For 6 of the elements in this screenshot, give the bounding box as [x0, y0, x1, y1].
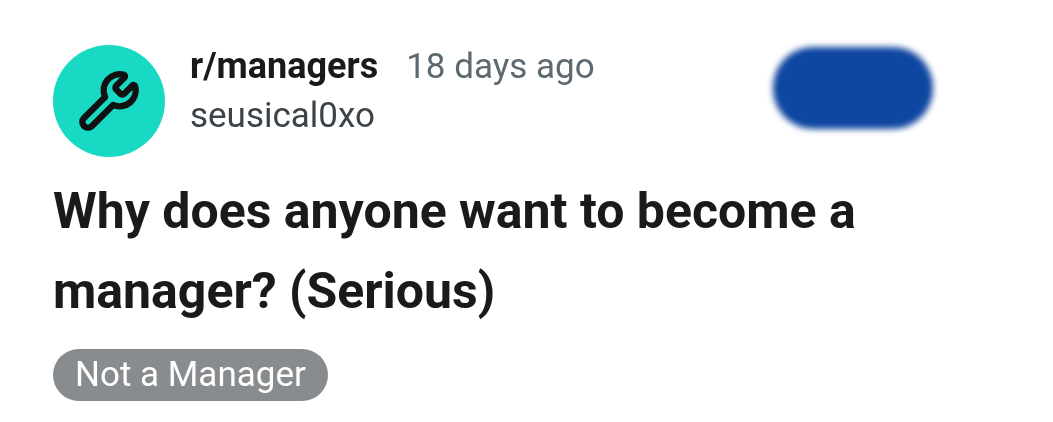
post-title[interactable]: Why does anyone want to become a manager? (Serious)	[53, 171, 1013, 331]
subreddit-name[interactable]: r/managers	[190, 39, 379, 93]
author-name[interactable]: seusical0xo	[190, 93, 595, 138]
post-time: 18 days ago	[406, 45, 595, 89]
wrench-icon	[77, 69, 141, 133]
flair-tag: Not a Manager	[53, 349, 328, 401]
